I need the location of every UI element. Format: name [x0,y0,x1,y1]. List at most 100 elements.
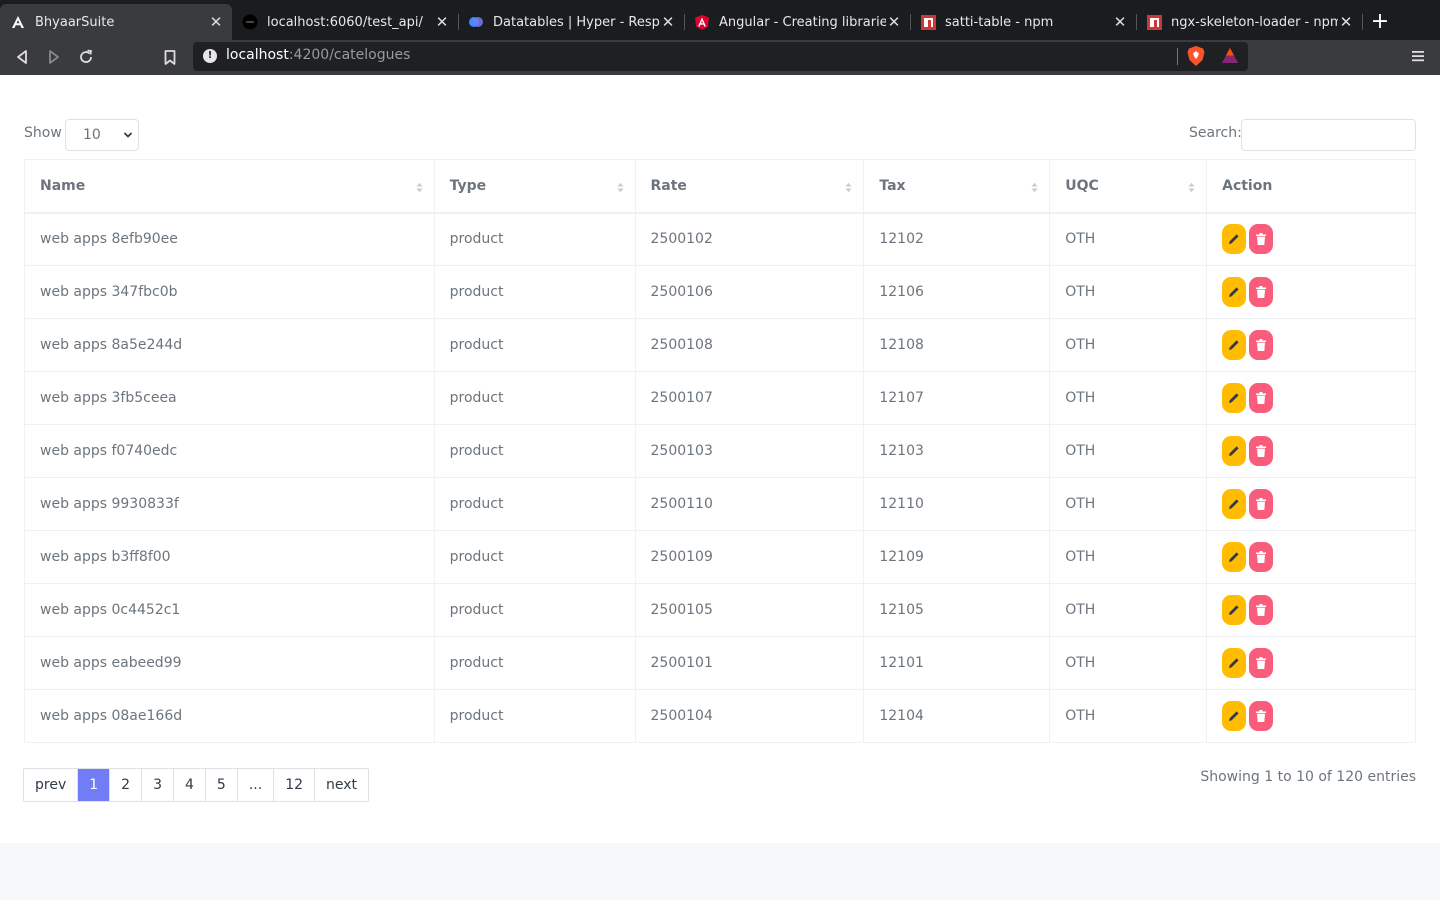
table-row: web apps 8efb90ee product 2500102 12102 OTH [24,212,1416,266]
address-bar[interactable]: ! localhost:4200/catelogues [193,42,1248,71]
tab-angular-libraries[interactable]: Angular - Creating libraries ✕ [684,4,910,40]
cell-rate: 2500102 [634,212,865,266]
close-tab-icon[interactable]: ✕ [208,13,224,31]
cell-type: product [433,689,636,743]
search-input[interactable] [1241,119,1416,151]
table-row: web apps b3ff8f00 product 2500109 12109 OTH [24,530,1416,584]
delete-button[interactable] [1249,701,1274,731]
close-tab-icon[interactable]: ✕ [660,13,676,31]
column-header-label: Rate [650,177,687,194]
cell-action [1206,318,1416,372]
url-text[interactable]: localhost:4200/catelogues [226,47,410,63]
edit-button[interactable] [1222,701,1247,731]
forward-button[interactable] [42,45,66,69]
sort-icon [1188,182,1195,193]
edit-button[interactable] [1222,648,1247,678]
page-4-button[interactable]: 4 [173,769,205,801]
delete-button[interactable] [1249,648,1274,678]
catalogue-table: Name Type Rate Tax UQC Action web apps 8efb90… [24,159,1416,743]
site-info-icon[interactable]: ! [203,49,217,63]
bookmark-button[interactable] [158,45,182,69]
column-header-3[interactable]: Tax [863,159,1051,214]
tab-test-api[interactable]: localhost:6060/test_api/ ✕ [232,4,458,40]
cell-name: web apps 0c4452c1 [24,583,435,637]
new-tab-button[interactable]: + [1368,8,1392,36]
cell-uqc: OTH [1049,689,1208,743]
edit-button[interactable] [1222,489,1247,519]
cell-name: web apps 8a5e244d [24,318,435,372]
edit-button[interactable] [1222,436,1247,466]
delete-button[interactable] [1249,436,1274,466]
pencil-icon [1229,446,1239,456]
close-tab-icon[interactable]: ✕ [1338,13,1354,31]
cell-type: product [433,636,636,690]
pencil-icon [1229,658,1239,668]
table-row: web apps 8a5e244d product 2500108 12108 OTH [24,318,1416,372]
column-header-1[interactable]: Type [433,159,636,214]
cell-rate: 2500107 [634,371,865,425]
edit-button[interactable] [1222,595,1247,625]
page-12-button[interactable]: 12 [273,769,315,801]
table-header-row: Name Type Rate Tax UQC Action [24,159,1416,214]
tab-bhyaarsuite[interactable]: BhyaarSuite ✕ [0,4,232,40]
cell-name: web apps eabeed99 [24,636,435,690]
cell-uqc: OTH [1049,371,1208,425]
tab-satti-table-npm[interactable]: satti-table - npm ✕ [910,4,1136,40]
page-3-button[interactable]: 3 [141,769,173,801]
page-length-value: 10 [83,127,101,143]
tab-ngx-skeleton-loader-npm[interactable]: ngx-skeleton-loader - npm ✕ [1136,4,1362,40]
cell-type: product [433,318,636,372]
page-2-button[interactable]: 2 [109,769,142,801]
pencil-icon [1229,711,1239,721]
page-length-select[interactable]: 10 [65,119,139,151]
trash-icon [1256,445,1267,457]
cell-action [1206,265,1416,319]
pencil-icon [1229,340,1239,350]
chevron-down-icon [123,132,133,138]
cell-uqc: OTH [1049,636,1208,690]
edit-button[interactable] [1222,224,1247,255]
cell-name: web apps 8efb90ee [24,212,435,266]
cell-rate: 2500110 [634,477,865,531]
close-tab-icon[interactable]: ✕ [886,13,902,31]
trash-icon [1256,604,1267,616]
table-body: web apps 8efb90ee product 2500102 12102 OTH w… [24,212,1416,743]
next-page-button[interactable]: next [314,769,369,801]
close-tab-icon[interactable]: ✕ [434,13,450,31]
edit-button[interactable] [1222,542,1247,572]
npm-icon [1146,14,1162,30]
column-header-2[interactable]: Rate [634,159,865,214]
cell-type: product [433,424,636,478]
delete-button[interactable] [1249,595,1274,625]
brave-rewards-icon[interactable] [1221,47,1239,65]
column-header-0[interactable]: Name [24,159,435,214]
delete-button[interactable] [1249,489,1274,519]
brave-shield-icon[interactable] [1187,46,1205,66]
cell-tax: 12110 [863,477,1051,531]
reload-button[interactable] [74,45,98,69]
delete-button[interactable] [1249,224,1274,255]
edit-button[interactable] [1222,383,1247,413]
cell-name: web apps 347fbc0b [24,265,435,319]
show-entries-label: Show [24,125,62,141]
delete-button[interactable] [1249,330,1274,360]
cell-rate: 2500106 [634,265,865,319]
tab-datatables-hyper[interactable]: Datatables | Hyper - Responsi ✕ [458,4,684,40]
hamburger-menu-icon[interactable] [1408,46,1428,66]
delete-button[interactable] [1249,383,1274,413]
reload-icon [80,49,93,63]
close-tab-icon[interactable]: ✕ [1112,13,1128,31]
pencil-icon [1229,552,1239,562]
cell-rate: 2500109 [634,530,865,584]
back-button[interactable] [10,45,34,69]
npm-icon [920,14,936,30]
page-content: Show 10 Search: Name Type Rate Tax UQC Action… [0,75,1440,843]
delete-button[interactable] [1249,277,1274,307]
page-5-button[interactable]: 5 [204,769,237,801]
edit-button[interactable] [1222,277,1247,307]
delete-button[interactable] [1249,542,1274,572]
edit-button[interactable] [1222,330,1247,360]
page-1-button[interactable]: 1 [77,769,110,801]
column-header-4[interactable]: UQC [1049,159,1208,214]
prev-page-button[interactable]: prev [24,769,78,801]
